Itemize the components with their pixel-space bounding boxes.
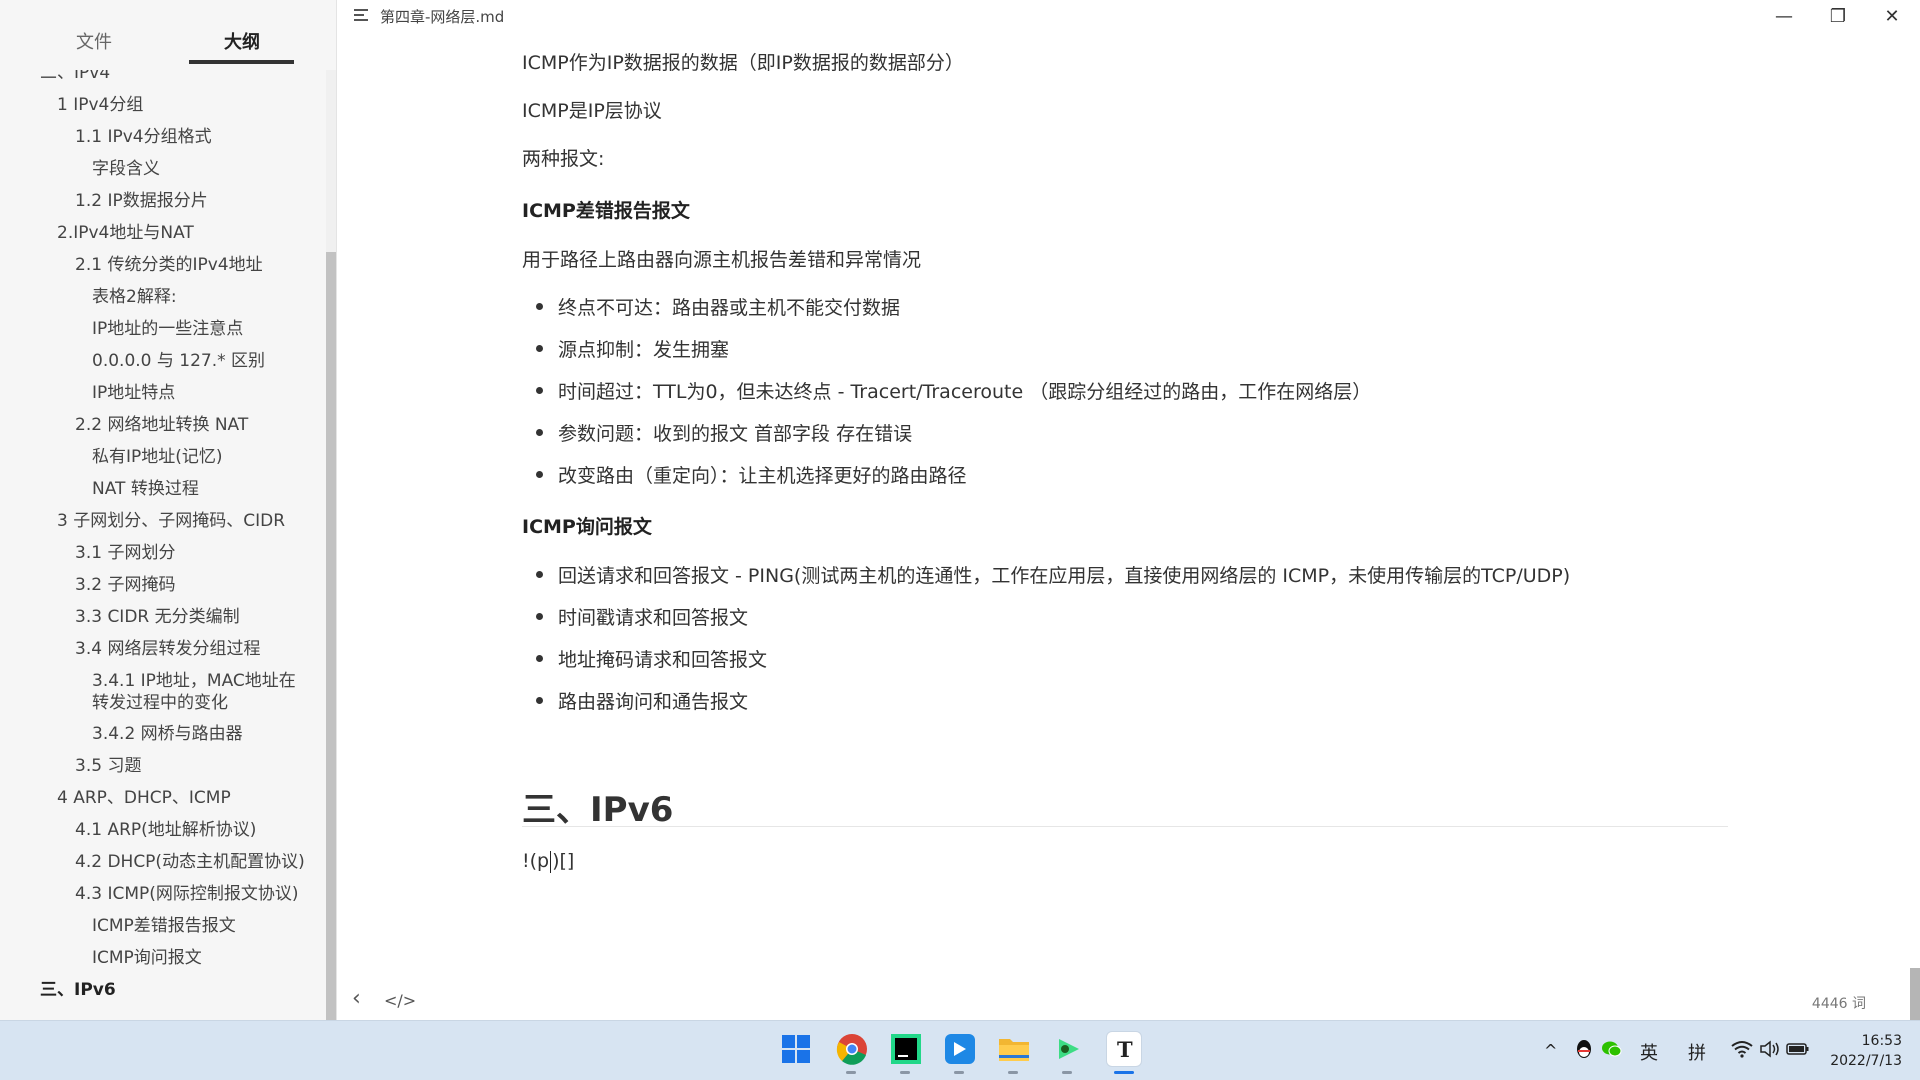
outline-item[interactable]: ICMP询问报文 xyxy=(92,947,202,969)
outline-item[interactable]: 字段含义 xyxy=(92,158,160,180)
outline-item[interactable]: ICMP差错报告报文 xyxy=(92,915,236,937)
active-tab-indicator xyxy=(189,60,294,64)
outline-item[interactable]: 3.5 习题 xyxy=(75,755,141,777)
heading-icmp-query: ICMP询问报文 xyxy=(522,516,652,538)
maximize-button[interactable]: ❐ xyxy=(1812,0,1864,32)
outline-item[interactable]: 3 子网划分、子网掩码、CIDR xyxy=(57,510,285,532)
outline-item[interactable]: 4.1 ARP(地址解析协议) xyxy=(75,819,256,841)
outline-list: 二、IPv4 1 IPv4分组 1.1 IPv4分组格式 字段含义 1.2 IP… xyxy=(0,70,325,1020)
clock-date: 2022/7/13 xyxy=(1830,1053,1902,1069)
paragraph: ICMP是IP层协议 xyxy=(522,100,662,122)
list-item: 源点抑制：发生拥塞 xyxy=(522,335,729,362)
wechat-icon[interactable] xyxy=(1600,1037,1624,1061)
feishu-icon[interactable] xyxy=(942,1031,978,1067)
qq-icon[interactable] xyxy=(1572,1037,1596,1061)
active-indicator xyxy=(1114,1071,1134,1074)
editor-scrollbar-thumb[interactable] xyxy=(1910,968,1920,1020)
list-item: 改变路由（重定向）：让主机选择更好的路由路径 xyxy=(522,461,967,488)
outline-item[interactable]: 3.3 CIDR 无分类编制 xyxy=(75,606,240,628)
list-item: 终点不可达：路由器或主机不能交付数据 xyxy=(522,293,900,320)
ime-mode-indicator[interactable]: 拼 xyxy=(1688,1039,1706,1065)
outline-item[interactable]: 4.3 ICMP(网际控制报文协议) xyxy=(75,883,299,905)
file-explorer-icon[interactable] xyxy=(996,1031,1032,1067)
ime-language-indicator[interactable]: 英 xyxy=(1640,1039,1658,1065)
text-caret xyxy=(550,850,552,873)
heading-icmp-error: ICMP差错报告报文 xyxy=(522,200,690,222)
outline-item[interactable]: 1.2 IP数据报分片 xyxy=(75,190,208,212)
outline-item[interactable]: 0.0.0.0 与 127.* 区别 xyxy=(92,350,265,372)
outline-item[interactable]: IP地址的一些注意点 xyxy=(92,318,243,340)
heading-divider xyxy=(522,826,1728,827)
outline-item[interactable]: 3.4.2 网桥与路由器 xyxy=(92,723,243,745)
edit-text-before: !(p xyxy=(522,850,550,872)
list-item: 参数问题：收到的报文 首部字段 存在错误 xyxy=(522,419,912,446)
svg-text:T: T xyxy=(1117,1037,1133,1061)
outline-item[interactable]: 2.1 传统分类的IPv4地址 xyxy=(75,254,263,276)
running-indicator xyxy=(1062,1071,1072,1074)
source-code-mode-button[interactable]: </> xyxy=(384,991,416,1010)
editing-line[interactable]: !(p)[] xyxy=(522,850,574,873)
windows-start-icon[interactable] xyxy=(778,1031,814,1067)
edit-text-after: )[] xyxy=(552,850,575,872)
outline-item-active[interactable]: 三、IPv6 xyxy=(40,979,116,1001)
sidebar-tabs: 文件 大纲 xyxy=(0,0,337,70)
list-item: 时间超过：TTL为0，但未达终点 - Tracert/Traceroute （跟… xyxy=(522,377,1371,404)
paragraph: 两种报文: xyxy=(522,148,605,170)
status-bar: ‹ </> 4446 词 xyxy=(338,985,1920,1020)
battery-icon[interactable] xyxy=(1786,1037,1810,1061)
typora-icon[interactable]: T xyxy=(1106,1031,1142,1067)
outline-item[interactable]: IP地址特点 xyxy=(92,382,175,404)
clock-time: 16:53 xyxy=(1861,1033,1902,1049)
outline-item[interactable]: 3.2 子网掩码 xyxy=(75,574,175,596)
wifi-icon[interactable] xyxy=(1730,1037,1754,1061)
title-bar: 第四章-网络层.md — ❐ ✕ xyxy=(338,0,1920,32)
word-count[interactable]: 4446 词 xyxy=(1812,993,1866,1013)
android-studio-icon[interactable] xyxy=(1050,1031,1086,1067)
list-item: 回送请求和回答报文 - PING(测试两主机的连通性，工作在应用层，直接使用网络… xyxy=(522,561,1570,588)
outline-item[interactable]: 4.2 DHCP(动态主机配置协议) xyxy=(75,851,305,873)
chrome-icon[interactable] xyxy=(834,1031,870,1067)
running-indicator xyxy=(1008,1071,1018,1074)
outline-item[interactable]: 1 IPv4分组 xyxy=(57,94,143,116)
tray-overflow-chevron-icon[interactable]: ^ xyxy=(1544,1041,1557,1060)
outline-item[interactable]: 二、IPv4 xyxy=(40,70,110,84)
running-indicator xyxy=(954,1071,964,1074)
list-item: 时间戳请求和回答报文 xyxy=(522,603,748,630)
outline-item[interactable]: 4 ARP、DHCP、ICMP xyxy=(57,787,231,809)
minimize-button[interactable]: — xyxy=(1758,0,1810,32)
menu-icon[interactable] xyxy=(354,9,368,21)
list-item: 路由器询问和通告报文 xyxy=(522,687,748,714)
pycharm-icon[interactable] xyxy=(888,1031,924,1067)
list-item: 地址掩码请求和回答报文 xyxy=(522,645,767,672)
outline-item[interactable]: 表格2解释: xyxy=(92,286,177,308)
document-title: 第四章-网络层.md xyxy=(380,8,505,26)
outline-item[interactable]: 3.4.1 IP地址，MAC地址在转发过程中的变化 xyxy=(92,670,312,714)
outline-item[interactable]: 2.IPv4地址与NAT xyxy=(57,222,194,244)
taskbar: T ^ 英 拼 16:53 2022/7/13 xyxy=(0,1020,1920,1080)
paragraph: ICMP作为IP数据报的数据（即IP数据报的数据部分） xyxy=(522,52,964,74)
outline-item[interactable]: 3.4 网络层转发分组过程 xyxy=(75,638,260,660)
heading-ipv6: 三、IPv6 xyxy=(522,790,674,830)
paragraph: 用于路径上路由器向源主机报告差错和异常情况 xyxy=(522,249,922,271)
close-button[interactable]: ✕ xyxy=(1866,0,1918,32)
sidebar: 文件 大纲 二、IPv4 1 IPv4分组 1.1 IPv4分组格式 字段含义 … xyxy=(0,0,337,1020)
tab-files[interactable]: 文件 xyxy=(76,28,112,54)
outline-item[interactable]: 2.2 网络地址转换 NAT xyxy=(75,414,248,436)
volume-icon[interactable] xyxy=(1758,1037,1782,1061)
toggle-sidebar-button[interactable]: ‹ xyxy=(352,986,361,1011)
system-clock[interactable]: 16:53 2022/7/13 xyxy=(1830,1031,1902,1071)
running-indicator xyxy=(846,1071,856,1074)
outline-item[interactable]: 1.1 IPv4分组格式 xyxy=(75,126,212,148)
tab-outline[interactable]: 大纲 xyxy=(224,28,260,54)
outline-item[interactable]: NAT 转换过程 xyxy=(92,478,199,500)
sidebar-scrollbar-thumb[interactable] xyxy=(326,252,336,1020)
outline-item[interactable]: 私有IP地址(记忆) xyxy=(92,446,223,468)
outline-item[interactable]: 3.1 子网划分 xyxy=(75,542,175,564)
running-indicator xyxy=(900,1071,910,1074)
